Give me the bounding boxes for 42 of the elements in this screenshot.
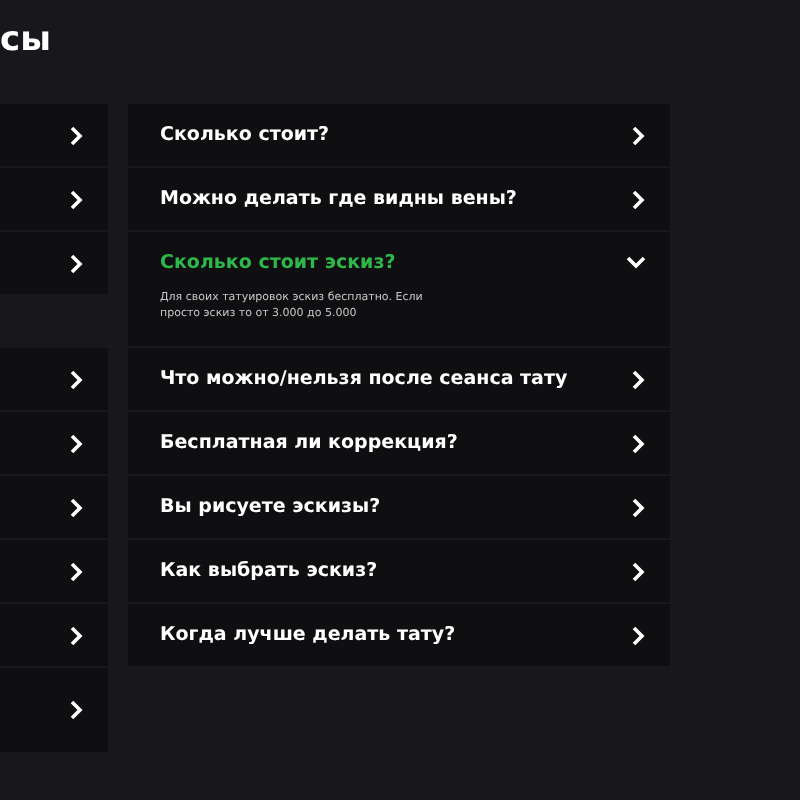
chevron-right-icon [632, 433, 646, 453]
chevron-right-icon [632, 369, 646, 389]
chevron-right-icon [632, 625, 646, 645]
question-text: Когда лучше делать тату? [160, 624, 456, 646]
faq-item[interactable]: Вы рисуете эскизы? [128, 476, 670, 538]
chevron-down-icon [626, 256, 646, 270]
faq-item[interactable] [0, 476, 108, 538]
chevron-right-icon [70, 433, 84, 453]
faq-item[interactable] [0, 604, 108, 666]
question-text: Можно делать где видны вены? [160, 188, 517, 210]
question-text: Как выбрать эскиз? [160, 560, 378, 582]
section-title: сы [0, 20, 53, 60]
faq-item[interactable]: Можно делать где видны вены? [128, 168, 670, 230]
faq-item[interactable] [0, 348, 108, 410]
chevron-right-icon [632, 189, 646, 209]
question-text: Что можно/нельзя после сеанса тату [160, 368, 568, 390]
chevron-right-icon [70, 253, 84, 273]
faq-item[interactable] [0, 104, 108, 166]
faq-item[interactable] [0, 668, 108, 752]
chevron-right-icon [632, 497, 646, 517]
chevron-right-icon [70, 700, 84, 720]
faq-item[interactable]: Сколько стоит? [128, 104, 670, 166]
faq-item[interactable] [0, 168, 108, 230]
faq-item[interactable]: Что можно/нельзя после сеанса тату [128, 348, 670, 410]
question-text: Бесплатная ли коррекция? [160, 432, 458, 454]
question-text: Сколько стоит? [160, 124, 330, 146]
faq-item[interactable]: Как выбрать эскиз? [128, 540, 670, 602]
faq-item[interactable] [0, 412, 108, 474]
faq-item[interactable]: Бесплатная ли коррекция? [128, 412, 670, 474]
question-text: Вы рисуете эскизы? [160, 496, 381, 518]
chevron-right-icon [70, 369, 84, 389]
chevron-right-icon [70, 125, 84, 145]
chevron-right-icon [632, 125, 646, 145]
chevron-right-icon [632, 561, 646, 581]
question-text: Сколько стоит эскиз? [160, 252, 396, 274]
chevron-right-icon [70, 625, 84, 645]
faq-item[interactable] [0, 540, 108, 602]
faq-item[interactable] [0, 232, 108, 294]
chevron-right-icon [70, 561, 84, 581]
chevron-right-icon [70, 497, 84, 517]
chevron-right-icon [70, 189, 84, 209]
faq-item[interactable]: Когда лучше делать тату? [128, 604, 670, 666]
